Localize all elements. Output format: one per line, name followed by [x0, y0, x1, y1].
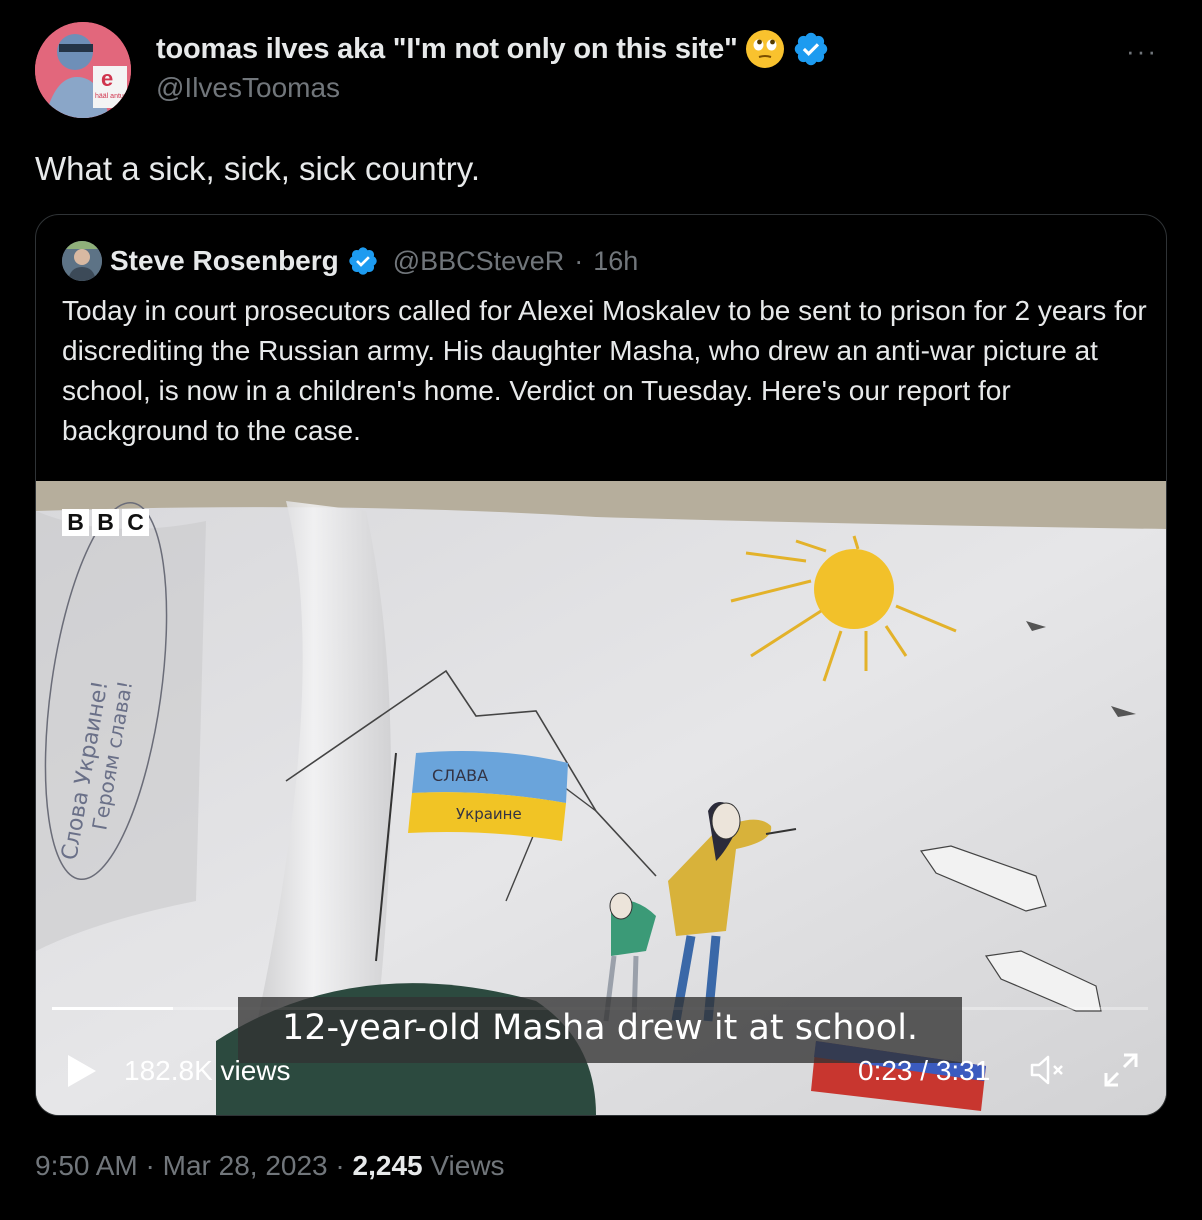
bbc-logo: B B C: [62, 509, 149, 536]
muted-speaker-icon: [1030, 1055, 1063, 1085]
expand-icon: [1104, 1053, 1138, 1087]
quoted-tweet-text: Today in court prosecutors called for Al…: [62, 295, 1147, 446]
views-count: 2,245: [352, 1150, 423, 1181]
more-options-button[interactable]: ···: [1126, 36, 1158, 67]
tweet-metadata: 9:50 AM · Mar 28, 2023 · 2,245 Views: [35, 1150, 505, 1182]
play-icon: [68, 1055, 96, 1087]
author-handle[interactable]: @IlvesToomas: [156, 72, 340, 104]
video-player[interactable]: Слова Украине! Героям слава! СЛАВА Украи…: [36, 481, 1166, 1115]
avatar-image: e hääl antud: [35, 22, 131, 118]
author-avatar[interactable]: e hääl antud: [35, 22, 131, 118]
author-display-name[interactable]: toomas ilves aka "I'm not only on this s…: [156, 33, 738, 66]
video-views: 182.8K views: [124, 1055, 291, 1086]
quoted-author-avatar[interactable]: [62, 241, 102, 281]
video-time: 0:23 / 3:31: [858, 1055, 991, 1086]
quoted-time[interactable]: 16h: [593, 246, 638, 277]
author-name-row: toomas ilves aka "I'm not only on this s…: [156, 30, 830, 68]
bbc-logo-letter: C: [122, 509, 149, 536]
tweet-text: What a sick, sick, sick country.: [35, 150, 480, 187]
tweet-date[interactable]: Mar 28, 2023: [163, 1150, 328, 1181]
mute-button[interactable]: [1028, 1053, 1068, 1094]
quoted-author-name[interactable]: Steve Rosenberg: [110, 245, 339, 277]
tweet: e hääl antud toomas ilves aka "I'm not o…: [0, 0, 1202, 1220]
video-progress-fill: [52, 1007, 173, 1010]
separator: ·: [145, 1150, 155, 1181]
drawing-flag-top: СЛАВА: [432, 766, 488, 785]
drawing-flag-bottom: Украине: [456, 805, 522, 823]
verified-badge-icon: [792, 30, 830, 68]
verified-badge-icon: [347, 245, 379, 277]
tweet-time[interactable]: 9:50 AM: [35, 1150, 138, 1181]
avatar-badge-letter: e: [101, 66, 113, 91]
quoted-separator: ·: [574, 245, 584, 276]
quoted-tweet-header: Steve Rosenberg @BBCSteveR · 16h: [62, 241, 638, 281]
quoted-author-handle[interactable]: @BBCSteveR: [393, 246, 564, 277]
views-label: Views: [430, 1150, 505, 1181]
bbc-logo-letter: B: [92, 509, 119, 536]
play-button[interactable]: [64, 1053, 98, 1096]
bbc-logo-letter: B: [62, 509, 89, 536]
fullscreen-button[interactable]: [1102, 1051, 1140, 1096]
separator: ·: [335, 1150, 345, 1181]
avatar-badge-sub: hääl antud: [95, 93, 128, 100]
rolling-eyes-emoji-icon: [745, 30, 784, 68]
video-caption: 12-year-old Masha drew it at school.: [238, 997, 962, 1063]
quoted-tweet[interactable]: Steve Rosenberg @BBCSteveR · 16h Today i…: [35, 214, 1167, 1116]
